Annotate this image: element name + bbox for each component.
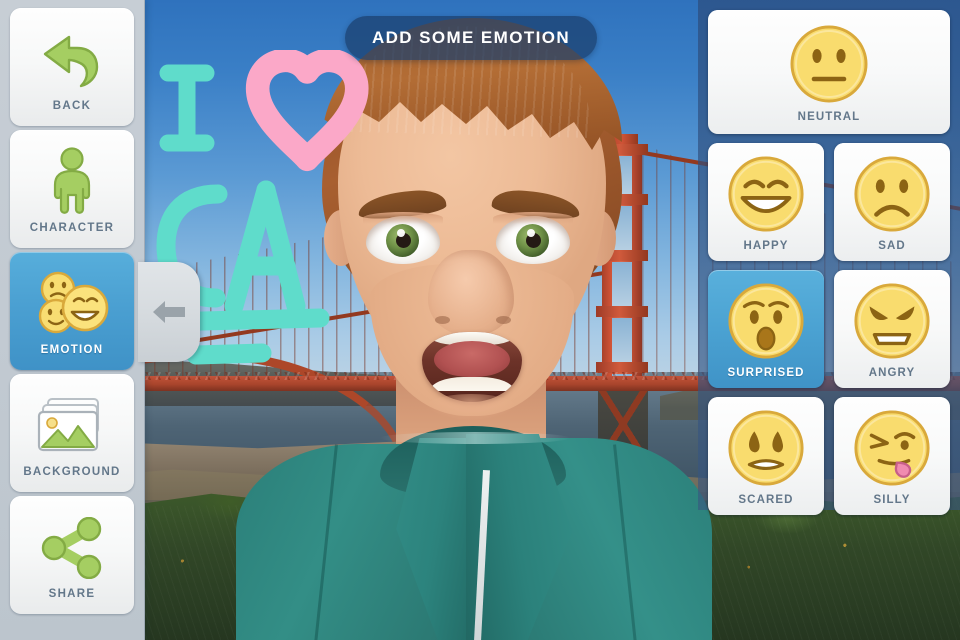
emotion-option-surprised[interactable]: SURPRISED xyxy=(708,270,824,388)
back-arrow-icon xyxy=(39,22,105,98)
emotion-option-scared[interactable]: SCARED xyxy=(708,397,824,515)
share-nodes-icon xyxy=(39,510,105,586)
emotion-option-happy[interactable]: HAPPY xyxy=(708,143,824,261)
chin xyxy=(426,394,516,420)
surprised-face-icon xyxy=(726,281,806,366)
emotion-row: SCARED SILLY xyxy=(708,397,950,515)
emotion-row: HAPPY SAD xyxy=(708,143,950,261)
emotion-label: SURPRISED xyxy=(727,366,805,379)
sidebar-item-label: SHARE xyxy=(48,588,96,600)
sidebar-item-share[interactable]: SHARE xyxy=(10,496,134,614)
emotion-row: SURPRISED ANGRY xyxy=(708,270,950,388)
emotion-option-angry[interactable]: ANGRY xyxy=(834,270,950,388)
banner: ADD SOME EMOTION xyxy=(345,16,597,60)
emotion-label: HAPPY xyxy=(743,239,789,252)
emotion-row: NEUTRAL xyxy=(708,10,950,134)
sidebar: BACK CHARACTER EMOTION BACKGROUND SHARE xyxy=(0,0,145,640)
angry-face-icon xyxy=(852,281,932,366)
emotion-option-sad[interactable]: SAD xyxy=(834,143,950,261)
neutral-face-icon xyxy=(788,23,870,110)
emotion-label: NEUTRAL xyxy=(797,110,861,123)
app-root: ADD SOME EMOTION BACK CHARACTER EMOTION … xyxy=(0,0,960,640)
banner-text: ADD SOME EMOTION xyxy=(371,28,571,47)
emotion-option-neutral[interactable]: NEUTRAL xyxy=(708,10,950,134)
person-icon xyxy=(42,144,102,220)
photos-icon xyxy=(36,388,108,464)
hoodie xyxy=(230,418,712,640)
nostril-left xyxy=(435,316,450,324)
sidebar-item-label: BACK xyxy=(52,100,92,112)
emotion-label: SILLY xyxy=(873,493,911,506)
silly-face-icon xyxy=(852,408,932,493)
emotion-label: ANGRY xyxy=(868,366,916,379)
sidebar-item-label: CHARACTER xyxy=(29,222,115,234)
sidebar-item-character[interactable]: CHARACTER xyxy=(10,130,134,248)
eye-right xyxy=(493,212,573,264)
left-arrow-icon xyxy=(151,297,187,327)
nostril-right xyxy=(496,316,511,324)
collapse-sidebar-button[interactable] xyxy=(138,262,200,362)
doodle-letter-a xyxy=(224,180,306,316)
emotion-option-silly[interactable]: SILLY xyxy=(834,397,950,515)
smileys-icon xyxy=(34,266,110,342)
sad-face-icon xyxy=(852,154,932,239)
emotion-label: SAD xyxy=(878,239,906,252)
sidebar-item-label: BACKGROUND xyxy=(23,466,121,478)
doodle-letter-i xyxy=(159,64,215,152)
sidebar-item-label: EMOTION xyxy=(40,344,104,356)
emotion-label: SCARED xyxy=(738,493,794,506)
sidebar-item-emotion[interactable]: EMOTION xyxy=(10,252,134,370)
happy-face-icon xyxy=(726,154,806,239)
doodle-heart xyxy=(245,50,369,172)
scared-face-icon xyxy=(726,408,806,493)
emotion-panel: NEUTRAL HAPPY SAD SURPRISED ANGRY SCARED… xyxy=(698,0,960,515)
sidebar-item-background[interactable]: BACKGROUND xyxy=(10,374,134,492)
sidebar-item-back[interactable]: BACK xyxy=(10,8,134,126)
